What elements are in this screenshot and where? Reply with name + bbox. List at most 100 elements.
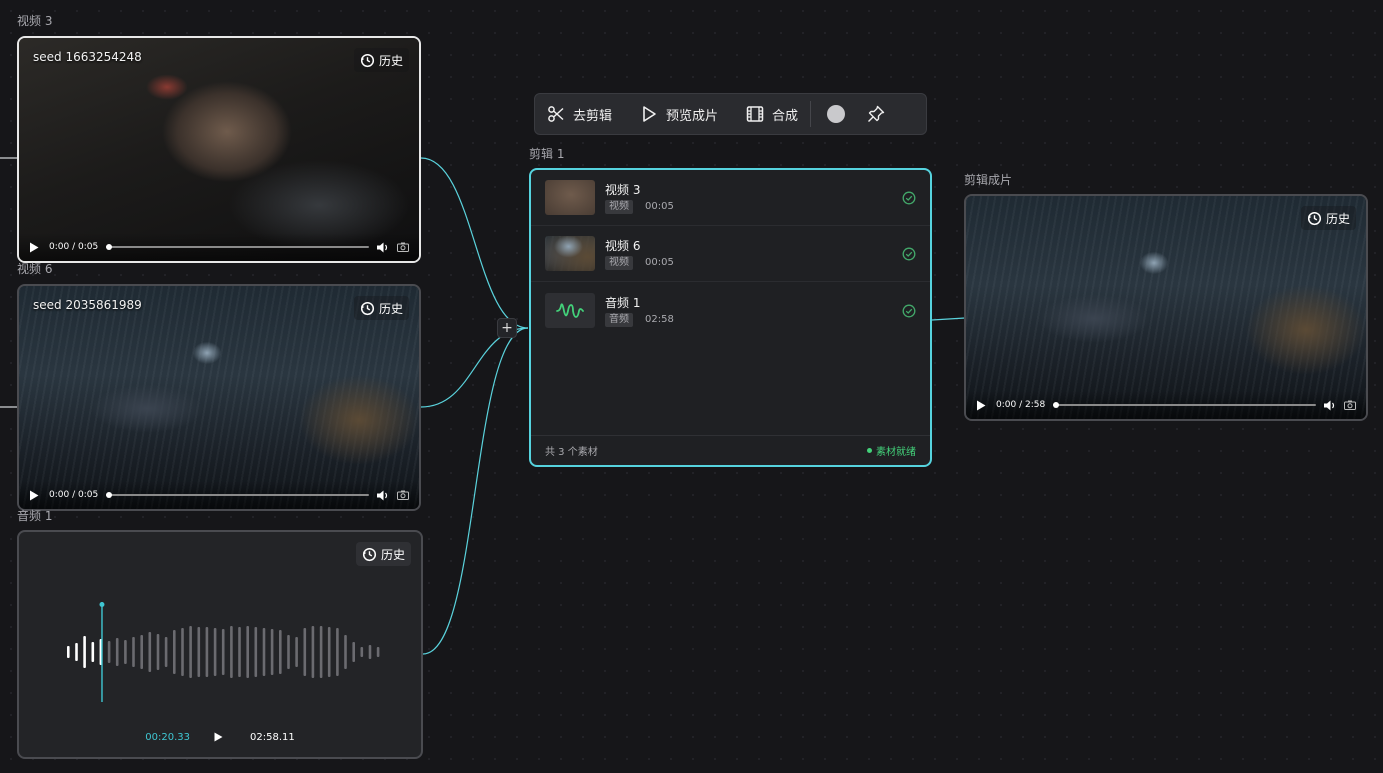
- cut-button[interactable]: 去剪辑: [547, 105, 612, 124]
- waveform-bar: [336, 628, 339, 676]
- volume-icon[interactable]: [377, 489, 389, 501]
- waveform-bar: [262, 628, 266, 676]
- compose-button[interactable]: 合成: [746, 105, 798, 124]
- node-toolbar: 去剪辑 预览成片 合成: [534, 93, 927, 135]
- audio-waveform[interactable]: [63, 602, 383, 702]
- clip-footer: 共 3 个素材 素材就绪: [531, 435, 930, 465]
- time-display: 0:00 / 2:58: [996, 400, 1046, 410]
- camera-icon[interactable]: [397, 241, 409, 253]
- clip-thumbnail: [545, 180, 595, 215]
- history-icon: [1307, 211, 1322, 225]
- waveform-bar: [148, 632, 152, 672]
- time-display: 0:00 / 0:05: [49, 242, 99, 252]
- preview-label: 预览成片: [666, 108, 719, 124]
- waveform-bar: [189, 626, 192, 678]
- play-icon[interactable]: [29, 489, 41, 501]
- waveform-bar: [254, 627, 258, 677]
- seek-knob[interactable]: [106, 244, 113, 250]
- pin-icon[interactable]: [867, 105, 885, 123]
- play-icon[interactable]: [29, 241, 41, 253]
- clip-panel[interactable]: 视频 3 视频 00:05 视频 6 视频 00:05 音频 1 音频 02:5…: [529, 168, 932, 467]
- duration: 02:58.11: [250, 731, 295, 743]
- clip-type-tag: 视频: [605, 256, 633, 270]
- video3-node[interactable]: seed 1663254248 历史 0:00 / 0:05: [17, 36, 421, 263]
- seek-knob[interactable]: [106, 492, 113, 498]
- add-input-handle[interactable]: +: [497, 318, 517, 338]
- history-icon: [362, 547, 377, 561]
- video-controls: 0:00 / 2:58: [966, 391, 1366, 419]
- clip-type-tag: 音频: [605, 313, 633, 327]
- play-outline-icon: [643, 106, 656, 122]
- node-label-video6: 视频 6: [17, 262, 53, 276]
- waveform-bar: [376, 647, 380, 657]
- waveform-bar: [238, 627, 241, 677]
- toolbar-divider: [810, 101, 812, 127]
- seek-bar[interactable]: [1053, 402, 1316, 408]
- seek-bar[interactable]: [106, 244, 369, 250]
- history-label: 历史: [380, 547, 405, 562]
- history-button[interactable]: 历史: [353, 296, 409, 320]
- final-cut-node[interactable]: 历史 0:00 / 2:58: [964, 194, 1368, 421]
- status-dot: [867, 448, 872, 453]
- check-circle-icon: [902, 191, 916, 205]
- history-label: 历史: [378, 53, 403, 68]
- waveform-bar: [279, 630, 282, 674]
- video-controls: 0:00 / 0:05: [19, 233, 419, 261]
- waveform-bar: [327, 627, 331, 677]
- seek-knob[interactable]: [1053, 402, 1060, 408]
- waveform-bar: [67, 646, 70, 658]
- waveform-bar: [205, 627, 209, 677]
- playhead-handle[interactable]: [99, 602, 105, 607]
- waveform-bar: [164, 637, 168, 667]
- waveform-bar: [360, 647, 364, 657]
- clip-item[interactable]: 音频 1 音频 02:58: [531, 283, 930, 339]
- play-icon[interactable]: [976, 399, 988, 411]
- material-count: 共 3 个素材: [545, 447, 598, 458]
- waveform-bar: [319, 626, 323, 678]
- history-label: 历史: [378, 301, 403, 316]
- volume-icon[interactable]: [1324, 399, 1336, 411]
- waveform-bar: [213, 628, 217, 676]
- waveform-bar: [91, 642, 95, 662]
- play-icon[interactable]: [214, 731, 226, 743]
- volume-icon[interactable]: [377, 241, 389, 253]
- video6-node[interactable]: seed 2035861989 历史 0:00 / 0:05: [17, 284, 421, 511]
- clip-type-tag: 视频: [605, 200, 633, 214]
- camera-icon[interactable]: [397, 489, 409, 501]
- scissors-icon: [548, 106, 564, 122]
- audio-wave-icon: [545, 293, 595, 328]
- audio1-node[interactable]: 历史 00:20.33 02:58.11: [17, 530, 423, 759]
- waveform-bar: [173, 630, 176, 674]
- clip-name: 视频 3: [605, 183, 641, 197]
- waveform-bar: [107, 641, 111, 663]
- seed-text: seed 1663254248: [33, 50, 142, 64]
- edge-clip-to-final: [931, 317, 966, 321]
- waveform-bar: [197, 627, 201, 677]
- waveform-bar: [295, 637, 298, 667]
- node-label-clip: 剪辑 1: [529, 147, 565, 161]
- color-dot-button[interactable]: [827, 105, 846, 123]
- waveform-bar: [230, 626, 233, 678]
- audio-time-row: 00:20.33 02:58.11: [19, 731, 421, 743]
- current-time: 00:20.33: [145, 731, 190, 743]
- history-button[interactable]: 历史: [1300, 206, 1356, 230]
- history-button[interactable]: 历史: [355, 542, 411, 566]
- time-display: 0:00 / 0:05: [49, 490, 99, 500]
- history-button[interactable]: 历史: [353, 48, 409, 72]
- status-text: 素材就绪: [876, 447, 916, 458]
- clip-item[interactable]: 视频 3 视频 00:05: [531, 170, 930, 226]
- seek-bar[interactable]: [106, 492, 369, 498]
- waveform-bar: [221, 629, 225, 675]
- check-circle-icon: [902, 247, 916, 261]
- film-icon: [746, 106, 764, 122]
- edge-video6-to-clip: [420, 327, 529, 408]
- waveform-bar: [311, 626, 315, 678]
- camera-icon[interactable]: [1344, 399, 1356, 411]
- clip-name: 音频 1: [605, 296, 641, 310]
- clip-duration: 02:58: [645, 314, 674, 325]
- clip-item[interactable]: 视频 6 视频 00:05: [531, 226, 930, 282]
- status-badge: 素材就绪: [867, 443, 916, 458]
- waveform-bar: [83, 636, 86, 668]
- preview-button[interactable]: 预览成片: [640, 105, 718, 124]
- waveform-bar: [132, 637, 135, 667]
